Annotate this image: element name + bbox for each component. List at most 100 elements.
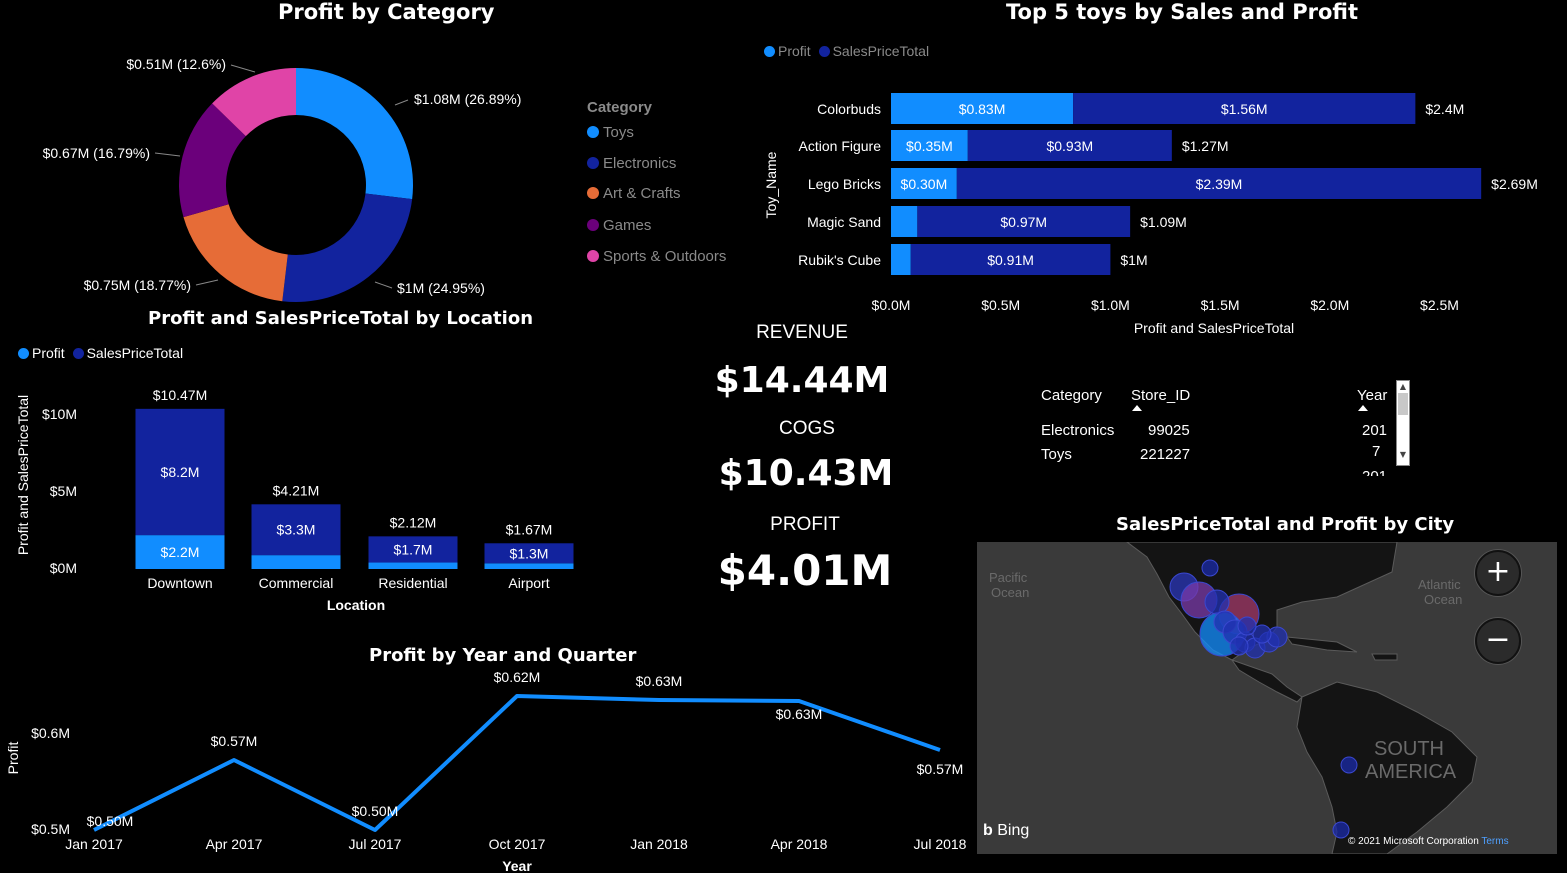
location-y-tick: $5M: [50, 483, 77, 499]
top5-x-tick: $2.5M: [1420, 297, 1459, 313]
donut-slice-toys[interactable]: [296, 68, 414, 200]
table-header-year[interactable]: Year: [1357, 387, 1387, 404]
top5-legend-profit: Profit: [778, 43, 811, 59]
city-bubble[interactable]: [1332, 821, 1350, 839]
bar-data-label: $0.35M: [906, 138, 953, 154]
profit-bar[interactable]: [251, 555, 341, 569]
legend-dot: [587, 187, 599, 199]
scroll-down-icon[interactable]: ▼: [1397, 449, 1409, 461]
donut-data-label: $1.08M (26.89%): [414, 91, 521, 107]
city-map[interactable]: Pacific Ocean Atlantic Ocean SOUTH AMERICA: [977, 542, 1557, 854]
ocean-label-atlantic: Atlantic Ocean: [1418, 577, 1462, 607]
bar-data-label: $1.7M: [394, 541, 433, 557]
city-bubble[interactable]: [1201, 559, 1219, 577]
zoom-out-button[interactable]: −: [1475, 618, 1521, 664]
continent-label: SOUTH AMERICA: [1365, 738, 1457, 783]
donut-data-label: $0.75M (18.77%): [84, 277, 191, 293]
terms-link[interactable]: Terms: [1481, 836, 1508, 847]
line-x-tick: Apr 2018: [771, 836, 828, 852]
donut-leader-line: [230, 64, 256, 73]
bar-total-label: $10.47M: [153, 387, 207, 403]
legend-label: Art & Crafts: [603, 185, 681, 202]
legend-label: Games: [603, 217, 652, 234]
location-legend-profit: Profit: [32, 345, 65, 361]
table-scrollbar[interactable]: ▲ ▼: [1396, 380, 1410, 466]
top5-category-label: Colorbuds: [817, 101, 881, 117]
bing-icon: b: [983, 822, 993, 839]
bar-data-label: $0.83M: [959, 101, 1006, 117]
donut-data-label: $0.67M (16.79%): [43, 145, 150, 161]
top5-category-label: Lego Bricks: [808, 176, 881, 192]
top5-legend-sales: SalesPriceTotal: [832, 43, 930, 59]
line-y-tick: $0.6M: [31, 725, 70, 741]
line-x-tick: Apr 2017: [206, 836, 263, 852]
profit-legend-dot: [764, 46, 775, 57]
bar-total-label: $1.09M: [1140, 214, 1187, 230]
line-x-tick: Jul 2018: [914, 836, 967, 852]
line-y-tick: $0.5M: [31, 821, 70, 837]
profit-bar[interactable]: [484, 563, 574, 569]
line-data-label: $0.63M: [636, 673, 683, 689]
legend-item-sports-outdoors[interactable]: Sports & Outdoors: [587, 248, 726, 265]
location-bar-chart: Profit and SalesPriceTotal $0M $5M $10M $2.2…: [15, 387, 574, 613]
line-data-label: $0.62M: [494, 670, 541, 685]
donut-slice-electronics[interactable]: [282, 193, 413, 303]
kpi-revenue-label: REVENUE: [756, 322, 848, 343]
legend-item-art-crafts[interactable]: Art & Crafts: [587, 185, 681, 202]
legend-dot: [587, 157, 599, 169]
table-cell: Toys: [1041, 446, 1072, 463]
profit-bar[interactable]: [891, 244, 911, 275]
profit-bar[interactable]: [368, 562, 458, 569]
legend-label: Toys: [603, 124, 634, 141]
sales-legend-dot: [72, 348, 84, 359]
bing-logo: b Bing: [983, 822, 1030, 839]
bar-total-label: $2.69M: [1491, 176, 1538, 192]
table-cell-partial: 201: [1362, 468, 1387, 476]
sort-arrow-icon[interactable]: [1132, 405, 1142, 411]
legend-label: Sports & Outdoors: [603, 248, 727, 265]
city-bubble[interactable]: [1340, 756, 1358, 774]
bar-total-label: $4.21M: [273, 482, 320, 498]
bar-data-label: $2.39M: [1196, 176, 1243, 192]
city-bubble[interactable]: [1204, 589, 1230, 615]
donut-leader-line: [154, 152, 181, 157]
bar-total-label: $2.4M: [1425, 101, 1464, 117]
table-header-category[interactable]: Category: [1041, 387, 1102, 404]
top5-category-label: Magic Sand: [807, 214, 881, 230]
location-y-tick: $0M: [50, 560, 77, 576]
top5-x-tick: $1.0M: [1091, 297, 1130, 313]
city-bubble[interactable]: [1229, 636, 1249, 656]
scroll-up-icon[interactable]: ▲: [1397, 381, 1409, 393]
location-category-label: Airport: [508, 575, 549, 591]
donut-slice-art-crafts[interactable]: [183, 204, 288, 302]
location-y-axis-title: Profit and SalesPriceTotal: [15, 395, 31, 555]
location-legend: Profit SalesPriceTotal: [18, 345, 183, 361]
line-data-label: $0.50M: [352, 803, 399, 819]
top5-x-axis-title: Profit and SalesPriceTotal: [1134, 320, 1294, 336]
bar-total-label: $2.12M: [390, 514, 437, 530]
top5-category-label: Action Figure: [799, 138, 882, 154]
kpi-profit-label: PROFIT: [770, 514, 840, 535]
bar-data-label: $8.2M: [161, 464, 200, 480]
line-y-axis-title: Profit: [5, 742, 21, 775]
category-store-table[interactable]: Category Store_ID Year Electronics 99025…: [1030, 380, 1410, 476]
line-data-label: $0.57M: [211, 733, 258, 749]
zoom-in-button[interactable]: +: [1475, 550, 1521, 596]
legend-item-games[interactable]: Games: [587, 217, 651, 234]
line-x-tick: Jul 2017: [349, 836, 402, 852]
table-header-store-id[interactable]: Store_ID: [1131, 387, 1190, 404]
sort-arrow-icon[interactable]: [1358, 405, 1368, 411]
ocean-label-pacific: Pacific Ocean: [989, 570, 1029, 600]
city-bubble[interactable]: [1237, 616, 1257, 636]
bar-data-label: $0.91M: [987, 252, 1034, 268]
legend-item-toys[interactable]: Toys: [587, 124, 634, 141]
donut-title: Profit by Category: [278, 0, 495, 24]
donut-data-label: $0.51M (12.6%): [126, 56, 226, 72]
line-x-tick: Jan 2018: [630, 836, 688, 852]
sales-legend-dot: [818, 46, 830, 57]
location-category-label: Downtown: [147, 575, 212, 591]
profit-bar[interactable]: [891, 206, 918, 237]
line-title: Profit by Year and Quarter: [369, 645, 637, 666]
scroll-thumb[interactable]: [1398, 393, 1408, 415]
legend-item-electronics[interactable]: Electronics: [587, 155, 676, 172]
